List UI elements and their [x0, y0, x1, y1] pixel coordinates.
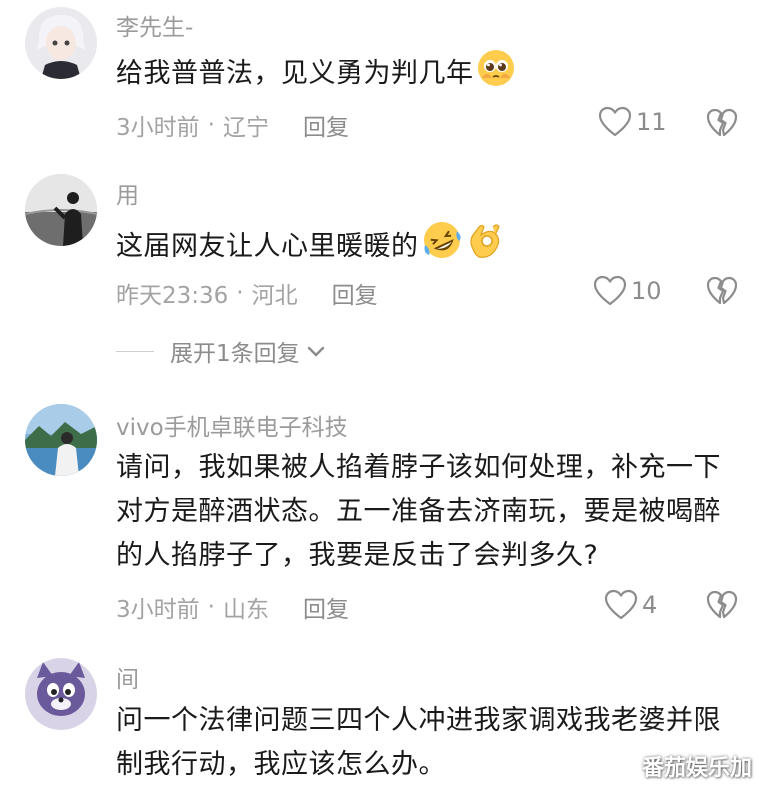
comment-text-body: 给我普普法，见义勇为判几年: [116, 58, 474, 89]
like-count: 11: [636, 108, 667, 136]
comment-text: 这届网友让人心里暖暖的: [116, 219, 746, 275]
comment-location: 山东: [222, 597, 269, 623]
comment-username[interactable]: 间: [116, 660, 139, 694]
user-avatar[interactable]: [25, 174, 97, 246]
user-avatar[interactable]: [25, 7, 97, 79]
broken-heart-icon: [706, 590, 738, 619]
like-button[interactable]: 10: [593, 275, 662, 307]
reply-button[interactable]: 回复: [332, 276, 378, 310]
comment-text-body: 这届网友让人心里暖暖的: [116, 231, 419, 262]
chevron-down-icon: [307, 346, 324, 357]
dislike-button[interactable]: [706, 590, 738, 624]
like-count: 10: [631, 277, 662, 305]
reply-button[interactable]: 回复: [303, 108, 349, 142]
meta-separator: ·: [207, 112, 215, 138]
reply-button[interactable]: 回复: [303, 590, 349, 624]
comment-location: 河北: [251, 283, 298, 309]
dislike-button[interactable]: [706, 276, 738, 310]
meta-separator: ·: [207, 594, 215, 620]
like-button[interactable]: 11: [598, 106, 667, 138]
comment-text: 给我普普法，见义勇为判几年: [116, 48, 746, 102]
expand-replies-label: 展开1条回复: [170, 341, 300, 367]
like-count: 4: [642, 591, 658, 619]
comment-meta: 3小时前 · 山东 回复: [116, 590, 349, 624]
rolling-laughing-icon: [421, 219, 463, 275]
broken-heart-icon: [706, 276, 738, 305]
meta-separator: ·: [236, 280, 244, 306]
watermark: 番茄娱乐加: [641, 756, 752, 781]
comment-time: 昨天23:36: [116, 283, 229, 309]
divider: [116, 350, 154, 352]
ok-hand-icon: [465, 219, 505, 275]
pleading-face-icon: [476, 48, 516, 102]
comment-username[interactable]: 用: [116, 176, 139, 210]
comment-location: 辽宁: [222, 115, 269, 141]
expand-replies-button[interactable]: 展开1条回复: [116, 334, 326, 368]
comment-meta: 昨天23:36 · 河北 回复: [116, 276, 378, 310]
comment-time: 3小时前: [116, 115, 200, 141]
heart-icon: [604, 589, 638, 620]
like-button[interactable]: 4: [604, 589, 657, 621]
broken-heart-icon: [706, 108, 738, 137]
comment-meta: 3小时前 · 辽宁 回复: [116, 108, 349, 142]
comment-time: 3小时前: [116, 597, 200, 623]
comment-text: 请问，我如果被人掐着脖子该如何处理，补充一下对方是醉酒状态。五一准备去济南玩，要…: [116, 452, 721, 571]
heart-icon: [598, 106, 632, 137]
dislike-button[interactable]: [706, 108, 738, 142]
user-avatar[interactable]: [25, 404, 97, 476]
comment-username[interactable]: 李先生-: [116, 8, 193, 42]
heart-icon: [593, 275, 627, 306]
user-avatar[interactable]: [25, 658, 97, 730]
comment-username[interactable]: vivo手机卓联电子科技: [116, 408, 348, 442]
